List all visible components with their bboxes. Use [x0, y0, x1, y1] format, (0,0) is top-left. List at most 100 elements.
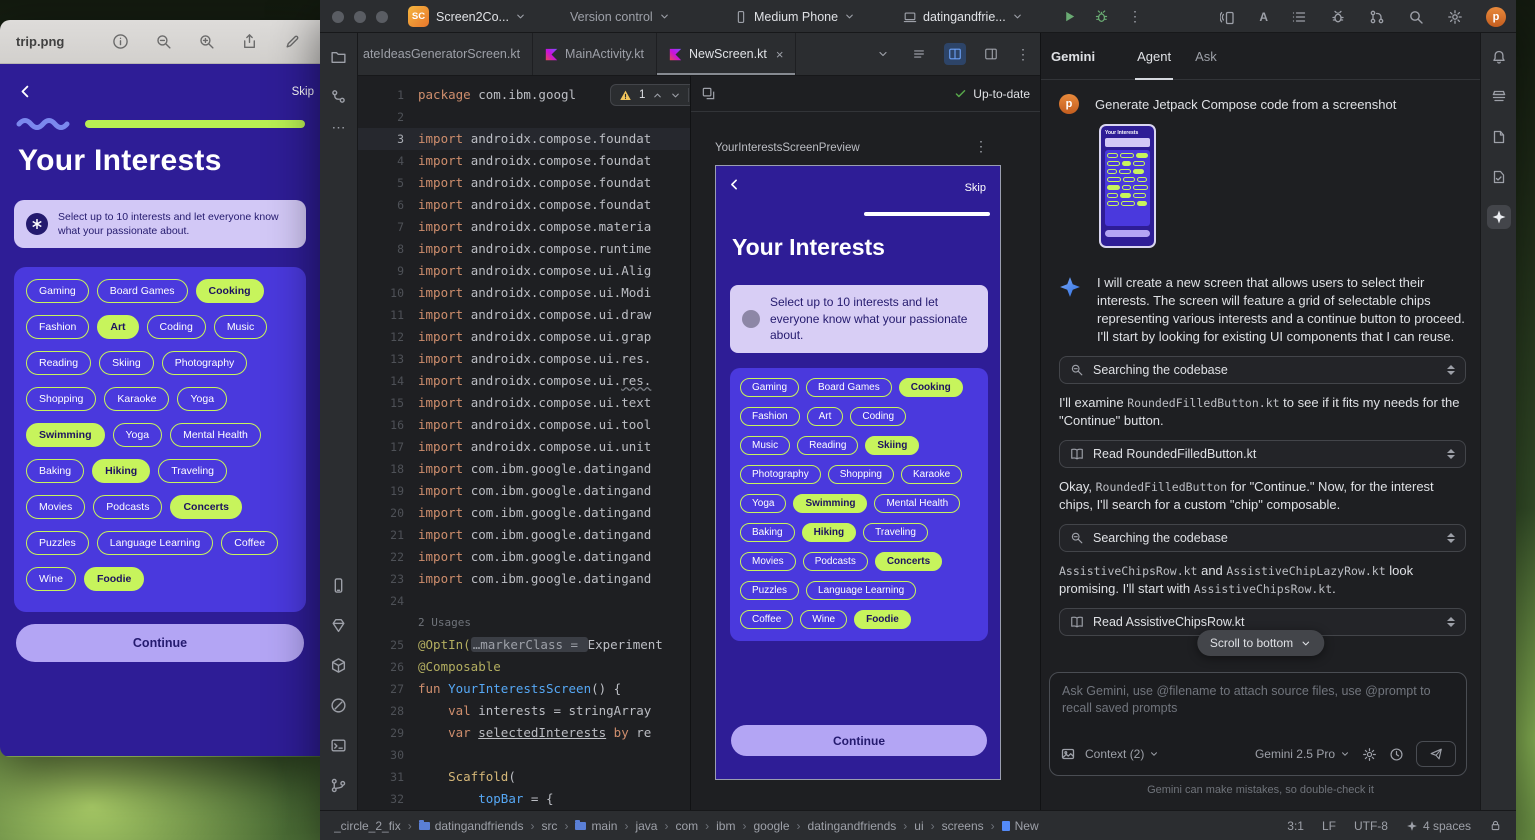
interest-chip[interactable]: Art: [97, 315, 138, 339]
interest-chip[interactable]: Mental Health: [170, 423, 261, 447]
preview-options-icon[interactable]: ⋮: [974, 138, 988, 155]
interest-chip[interactable]: Karaoke: [901, 465, 962, 484]
gemini-status[interactable]: 4 spaces: [1406, 819, 1471, 833]
expand-collapse-icon[interactable]: [1447, 617, 1455, 627]
hidden-tabs-chevron-icon[interactable]: [872, 43, 894, 65]
breadcrumb-item[interactable]: java: [635, 819, 657, 833]
running-devices-icon[interactable]: [327, 573, 351, 597]
interest-chip[interactable]: Board Games: [97, 279, 188, 303]
code-line[interactable]: 29 var selectedInterests by re: [358, 722, 690, 744]
interest-chip[interactable]: Karaoke: [104, 387, 169, 411]
expand-collapse-icon[interactable]: [1447, 533, 1455, 543]
breadcrumb-item[interactable]: com: [675, 819, 698, 833]
more-tool-windows-icon[interactable]: ⋯: [327, 115, 351, 139]
lock-icon[interactable]: [1489, 819, 1502, 832]
profile-avatar[interactable]: p: [1486, 7, 1506, 27]
code-line[interactable]: 20import com.ibm.google.datingand: [358, 502, 690, 524]
gemini-chat[interactable]: p Generate Jetpack Compose code from a s…: [1041, 80, 1480, 672]
interest-chip[interactable]: Gaming: [740, 378, 799, 397]
interest-chip[interactable]: Movies: [740, 552, 796, 571]
interest-chip[interactable]: Foodie: [84, 567, 144, 591]
interest-chip[interactable]: Shopping: [828, 465, 894, 484]
code-line[interactable]: 4import androidx.compose.foundat: [358, 150, 690, 172]
line-separator[interactable]: LF: [1322, 819, 1336, 833]
caret-position[interactable]: 3:1: [1287, 819, 1304, 833]
tab-newscreen[interactable]: NewScreen.kt ×: [657, 33, 796, 75]
interest-chip[interactable]: Swimming: [26, 423, 105, 447]
interest-chip[interactable]: Yoga: [740, 494, 786, 513]
interest-chip[interactable]: Skiing: [99, 351, 154, 375]
interest-chip[interactable]: Coding: [147, 315, 206, 339]
interest-chip[interactable]: Wine: [26, 567, 76, 591]
interest-chip[interactable]: Concerts: [170, 495, 242, 519]
zoom-out-icon[interactable]: [155, 33, 172, 50]
commit-icon[interactable]: [327, 84, 351, 108]
interest-chip[interactable]: Traveling: [863, 523, 928, 542]
gemini-prompt-input[interactable]: Ask Gemini, use @filename to attach sour…: [1049, 672, 1467, 776]
code-line[interactable]: 6import androidx.compose.foundat: [358, 194, 690, 216]
code-line[interactable]: 30: [358, 744, 690, 766]
interest-chip[interactable]: Podcasts: [93, 495, 162, 519]
interest-chip[interactable]: Traveling: [158, 459, 227, 483]
editor-menu-icon[interactable]: [908, 43, 930, 65]
build-icon[interactable]: [327, 653, 351, 677]
code-line[interactable]: 23import com.ibm.google.datingand: [358, 568, 690, 590]
device-selector[interactable]: Medium Phone: [734, 0, 855, 33]
interest-chip[interactable]: Hiking: [92, 459, 150, 483]
code-line[interactable]: 8import androidx.compose.runtime: [358, 238, 690, 260]
code-line[interactable]: 32 topBar = {: [358, 788, 690, 810]
interest-chip[interactable]: Language Learning: [806, 581, 916, 600]
share-icon[interactable]: [241, 33, 258, 50]
split-preview-icon[interactable]: [944, 43, 966, 65]
interest-chip[interactable]: Puzzles: [26, 531, 89, 555]
code-line[interactable]: 26@Composable: [358, 656, 690, 678]
device-mirror-icon[interactable]: [1220, 9, 1236, 25]
run-button[interactable]: [1062, 0, 1077, 33]
window-controls[interactable]: [332, 0, 388, 33]
interest-chip[interactable]: Art: [807, 407, 844, 426]
code-line[interactable]: 10import androidx.compose.ui.Modi: [358, 282, 690, 304]
pull-request-icon[interactable]: [1369, 9, 1385, 25]
interest-chip[interactable]: Baking: [740, 523, 795, 542]
breadcrumb-item[interactable]: ui: [914, 819, 923, 833]
more-actions-icon[interactable]: ⋮: [1128, 0, 1142, 33]
interest-chip[interactable]: Photography: [162, 351, 248, 375]
tool-call-card[interactable]: Searching the codebase: [1059, 356, 1466, 384]
debug-button[interactable]: [1094, 0, 1109, 33]
interest-chip[interactable]: Concerts: [875, 552, 942, 571]
split-editor-icon[interactable]: [980, 43, 1002, 65]
breadcrumb-item[interactable]: _circle_2_fix: [334, 819, 401, 833]
breadcrumb-item[interactable]: New: [1002, 819, 1039, 833]
interest-chip[interactable]: Language Learning: [97, 531, 214, 555]
interest-chip[interactable]: Wine: [800, 610, 847, 629]
run-configuration-selector[interactable]: datingandfrie...: [903, 0, 1023, 33]
interest-chip[interactable]: Coding: [850, 407, 906, 426]
profiler-icon[interactable]: [1330, 9, 1346, 25]
interest-chip[interactable]: Gaming: [26, 279, 89, 303]
interest-chip[interactable]: Coffee: [221, 531, 278, 555]
code-line[interactable]: 3import androidx.compose.foundat: [358, 128, 690, 150]
interest-chip[interactable]: Mental Health: [874, 494, 960, 513]
image-viewer-titlebar[interactable]: trip.png: [0, 20, 330, 64]
tab-dateideasgeneratorscreen[interactable]: ateIdeasGeneratorScreen.kt: [358, 33, 533, 75]
interest-chip[interactable]: Reading: [26, 351, 91, 375]
code-line[interactable]: 2: [358, 106, 690, 128]
build-status[interactable]: Up-to-date: [954, 87, 1030, 101]
device-explorer-icon[interactable]: [1487, 85, 1511, 109]
preview-name[interactable]: YourInterestsScreenPreview: [715, 142, 860, 154]
interest-chip[interactable]: Yoga: [177, 387, 227, 411]
ai-assistant-icon[interactable]: A: [1259, 8, 1268, 26]
interest-chip[interactable]: Cooking: [196, 279, 264, 303]
interest-chip[interactable]: Skiing: [865, 436, 919, 455]
interest-chip[interactable]: Fashion: [740, 407, 800, 426]
problems-icon[interactable]: [327, 693, 351, 717]
code-line[interactable]: 9import androidx.compose.ui.Alig: [358, 260, 690, 282]
interest-chip[interactable]: Hiking: [802, 523, 857, 542]
code-line[interactable]: 21import com.ibm.google.datingand: [358, 524, 690, 546]
interest-chip[interactable]: Photography: [740, 465, 821, 484]
code-line[interactable]: 22import com.ibm.google.datingand: [358, 546, 690, 568]
interest-chip[interactable]: Puzzles: [740, 581, 799, 600]
code-line[interactable]: 27fun YourInterestsScreen() {: [358, 678, 690, 700]
preview-canvas[interactable]: YourInterestsScreenPreview ⋮ Skip Your I…: [691, 112, 1040, 809]
breadcrumb-item[interactable]: google: [753, 819, 789, 833]
